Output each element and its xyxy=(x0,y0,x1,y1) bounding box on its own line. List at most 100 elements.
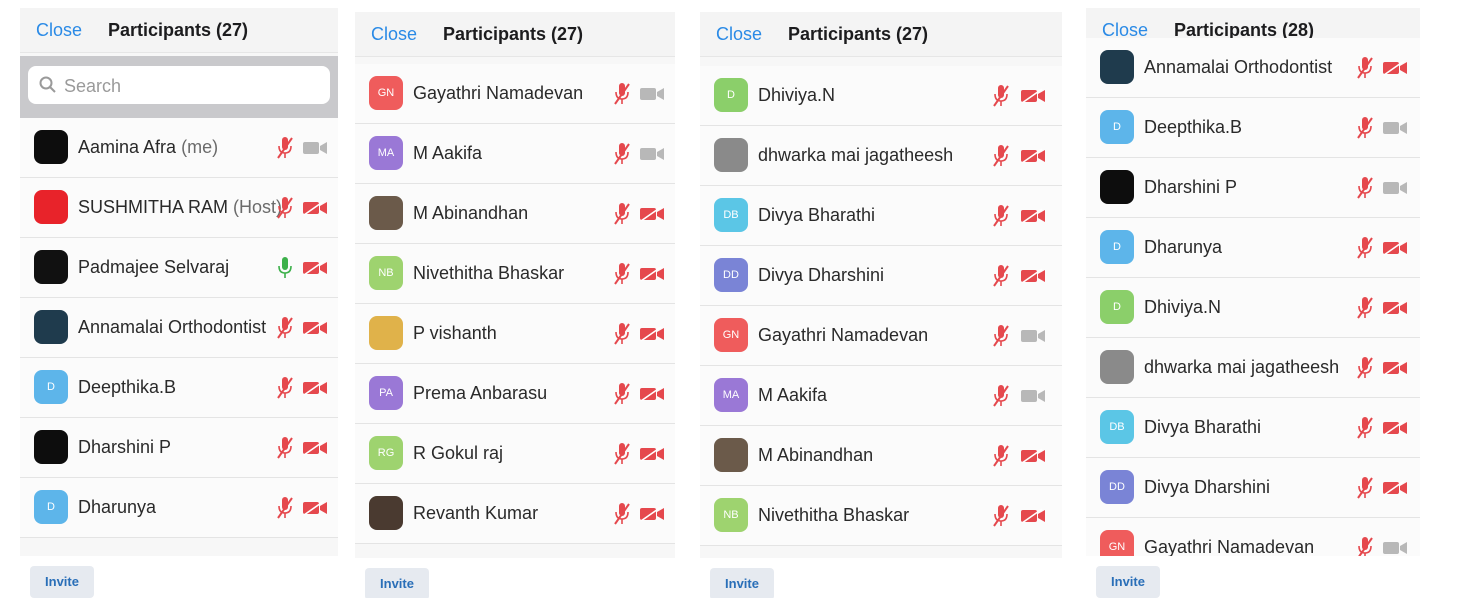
participant-row[interactable]: Revanth Kumar xyxy=(355,484,675,544)
video-off-icon[interactable] xyxy=(639,266,665,282)
video-off-icon[interactable] xyxy=(302,440,328,456)
video-off-icon[interactable] xyxy=(1382,300,1408,316)
video-off-icon[interactable] xyxy=(1020,148,1046,164)
video-off-icon[interactable] xyxy=(1020,448,1046,464)
invite-button[interactable]: Invite xyxy=(710,568,774,598)
participant-row[interactable]: P vishanth xyxy=(355,304,675,364)
video-off-icon[interactable] xyxy=(639,386,665,402)
participant-row[interactable]: D Deepthika.B xyxy=(20,358,338,418)
microphone-muted-icon[interactable] xyxy=(1356,116,1374,140)
participant-row[interactable]: MA M Aakifa xyxy=(355,124,675,184)
video-off-icon[interactable] xyxy=(639,506,665,522)
microphone-muted-icon[interactable] xyxy=(276,376,294,400)
participant-row[interactable]: PA Prema Anbarasu xyxy=(355,364,675,424)
participant-row[interactable]: Dharshini P xyxy=(20,418,338,478)
microphone-muted-icon[interactable] xyxy=(992,144,1010,168)
microphone-on-icon[interactable] xyxy=(276,256,294,280)
close-button[interactable]: Close xyxy=(371,24,417,45)
microphone-muted-icon[interactable] xyxy=(613,322,631,346)
participant-row[interactable]: Aamina Afra (me) xyxy=(20,118,338,178)
video-off-icon[interactable] xyxy=(1020,268,1046,284)
participant-row[interactable]: NB Nivethitha Bhaskar xyxy=(355,244,675,304)
video-off-icon[interactable] xyxy=(639,206,665,222)
microphone-muted-icon[interactable] xyxy=(613,502,631,526)
invite-button[interactable]: Invite xyxy=(1096,566,1160,598)
participant-row[interactable]: dhwarka mai jagatheesh xyxy=(1086,338,1420,398)
participant-row[interactable]: DD Divya Dharshini xyxy=(1086,458,1420,518)
microphone-muted-icon[interactable] xyxy=(613,142,631,166)
video-off-icon[interactable] xyxy=(1382,60,1408,76)
participant-row[interactable]: DB Divya Bharathi xyxy=(700,186,1062,246)
microphone-muted-icon[interactable] xyxy=(992,384,1010,408)
participant-row[interactable]: MA M Aakifa xyxy=(700,366,1062,426)
microphone-muted-icon[interactable] xyxy=(276,316,294,340)
participant-row[interactable]: D Deepthika.B xyxy=(1086,98,1420,158)
video-off-icon[interactable] xyxy=(1020,508,1046,524)
microphone-muted-icon[interactable] xyxy=(276,196,294,220)
video-camera-icon[interactable] xyxy=(302,140,328,156)
video-off-icon[interactable] xyxy=(639,326,665,342)
microphone-muted-icon[interactable] xyxy=(1356,56,1374,80)
microphone-muted-icon[interactable] xyxy=(992,84,1010,108)
microphone-muted-icon[interactable] xyxy=(992,444,1010,468)
participant-row[interactable]: Dharshini P xyxy=(1086,158,1420,218)
search-input[interactable] xyxy=(62,72,326,100)
microphone-muted-icon[interactable] xyxy=(613,262,631,286)
video-camera-icon[interactable] xyxy=(1382,540,1408,556)
participant-row[interactable]: D Dharunya xyxy=(1086,218,1420,278)
participant-row[interactable]: D Dhiviya.N xyxy=(700,66,1062,126)
microphone-muted-icon[interactable] xyxy=(613,442,631,466)
video-off-icon[interactable] xyxy=(302,260,328,276)
close-button[interactable]: Close xyxy=(36,20,82,41)
video-camera-icon[interactable] xyxy=(1020,328,1046,344)
microphone-muted-icon[interactable] xyxy=(992,504,1010,528)
microphone-muted-icon[interactable] xyxy=(613,82,631,106)
participant-row[interactable]: Annamalai Orthodontist xyxy=(20,298,338,358)
participant-row[interactable]: RG R Gokul raj xyxy=(355,424,675,484)
participant-row[interactable]: D Dhiviya.N xyxy=(1086,278,1420,338)
participant-row[interactable]: D Dharunya xyxy=(20,478,338,538)
participant-row[interactable]: M Abinandhan xyxy=(700,426,1062,486)
microphone-muted-icon[interactable] xyxy=(613,382,631,406)
video-camera-icon[interactable] xyxy=(639,86,665,102)
participant-row[interactable]: SUSHMITHA RAM (Host) xyxy=(20,178,338,238)
participant-row[interactable]: DB Divya Bharathi xyxy=(1086,398,1420,458)
video-off-icon[interactable] xyxy=(1382,420,1408,436)
microphone-muted-icon[interactable] xyxy=(1356,476,1374,500)
video-camera-icon[interactable] xyxy=(1382,120,1408,136)
microphone-muted-icon[interactable] xyxy=(1356,176,1374,200)
microphone-muted-icon[interactable] xyxy=(276,496,294,520)
microphone-muted-icon[interactable] xyxy=(992,204,1010,228)
video-off-icon[interactable] xyxy=(1382,240,1408,256)
invite-button[interactable]: Invite xyxy=(365,568,429,598)
search-box[interactable] xyxy=(28,66,330,104)
video-off-icon[interactable] xyxy=(302,320,328,336)
participant-row[interactable]: DD Divya Dharshini xyxy=(700,246,1062,306)
microphone-muted-icon[interactable] xyxy=(1356,296,1374,320)
microphone-muted-icon[interactable] xyxy=(992,324,1010,348)
video-off-icon[interactable] xyxy=(1382,480,1408,496)
microphone-muted-icon[interactable] xyxy=(276,136,294,160)
microphone-muted-icon[interactable] xyxy=(276,436,294,460)
microphone-muted-icon[interactable] xyxy=(992,264,1010,288)
video-off-icon[interactable] xyxy=(1382,360,1408,376)
video-off-icon[interactable] xyxy=(302,500,328,516)
participant-row[interactable]: GN Gayathri Namadevan xyxy=(355,64,675,124)
participant-row[interactable]: Padmajee Selvaraj xyxy=(20,238,338,298)
close-button[interactable]: Close xyxy=(716,24,762,45)
participant-row[interactable]: NB Nivethitha Bhaskar xyxy=(700,486,1062,546)
microphone-muted-icon[interactable] xyxy=(1356,236,1374,260)
microphone-muted-icon[interactable] xyxy=(1356,416,1374,440)
video-off-icon[interactable] xyxy=(302,200,328,216)
video-camera-icon[interactable] xyxy=(1020,388,1046,404)
participant-row[interactable]: dhwarka mai jagatheesh xyxy=(700,126,1062,186)
microphone-muted-icon[interactable] xyxy=(613,202,631,226)
video-off-icon[interactable] xyxy=(1020,88,1046,104)
participant-row[interactable]: M Abinandhan xyxy=(355,184,675,244)
video-camera-icon[interactable] xyxy=(639,146,665,162)
video-off-icon[interactable] xyxy=(302,380,328,396)
participant-row[interactable]: GN Gayathri Namadevan xyxy=(700,306,1062,366)
video-off-icon[interactable] xyxy=(639,446,665,462)
microphone-muted-icon[interactable] xyxy=(1356,356,1374,380)
video-camera-icon[interactable] xyxy=(1382,180,1408,196)
